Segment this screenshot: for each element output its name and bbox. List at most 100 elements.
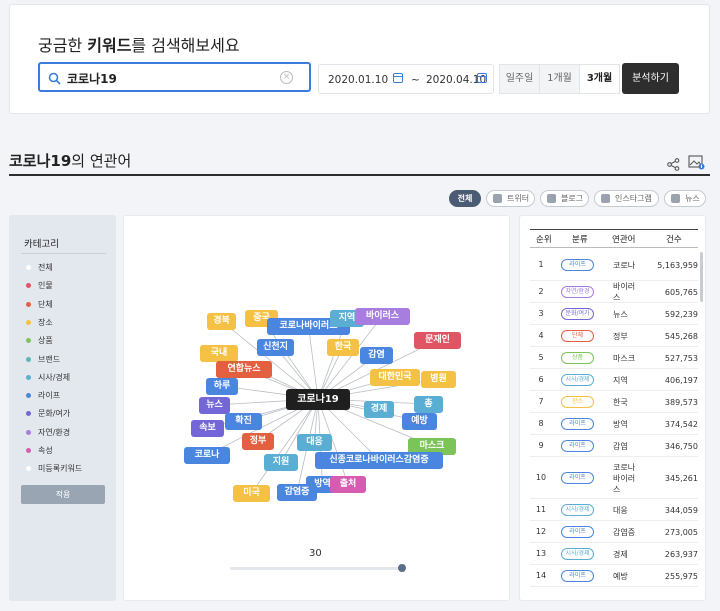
graph-node[interactable]: 병원 xyxy=(421,371,456,388)
category-badge: 문화/여가 xyxy=(561,308,594,320)
graph-node[interactable]: 신종코로나바이러스감염증 xyxy=(315,452,443,469)
rank-cell: 6 xyxy=(538,375,544,384)
share-icon[interactable] xyxy=(667,156,680,175)
word-cell: 코로나바이러스 xyxy=(613,462,636,494)
graph-node[interactable]: 한국 xyxy=(327,339,359,356)
table-row[interactable]: 10 라이프 코로나바이러스 345,261 xyxy=(530,457,698,499)
date-start[interactable]: 2020.01.10 xyxy=(328,74,388,86)
graph-node[interactable]: 경북 xyxy=(207,313,236,330)
graph-node[interactable]: 문재인 xyxy=(414,332,461,349)
table-row[interactable]: 13 시사/경제 경제 263,937 xyxy=(530,543,698,565)
rank-cell: 12 xyxy=(535,527,547,536)
category-color-dot xyxy=(26,411,31,417)
count-cell: 592,239 xyxy=(664,309,698,319)
filter-blog[interactable]: 블로그 xyxy=(540,190,589,207)
category-label: 자연/환경 xyxy=(38,427,71,437)
category-badge: 상품 xyxy=(561,352,594,364)
graph-node[interactable]: 지원 xyxy=(264,454,298,471)
table-header-rule xyxy=(530,247,698,248)
filter-all[interactable]: 전체 xyxy=(449,190,481,207)
column-header-rank: 순위 xyxy=(536,235,552,245)
graph-node[interactable]: 하루 xyxy=(206,378,238,395)
section-title: 코로나19의 연관어 xyxy=(9,152,132,170)
graph-node[interactable]: 신천지 xyxy=(257,339,294,356)
table-row[interactable]: 11 시사/경제 대응 344,059 xyxy=(530,499,698,521)
rank-cell: 7 xyxy=(538,397,544,406)
date-separator: ~ xyxy=(411,74,420,86)
analyze-button[interactable]: 분석하기 xyxy=(622,63,679,94)
table-row[interactable]: 8 라이프 방역 374,542 xyxy=(530,413,698,435)
calendar-icon[interactable] xyxy=(477,73,487,83)
count-cell: 255,975 xyxy=(664,571,698,581)
graph-node[interactable]: 대한민국 xyxy=(370,369,420,386)
period-month-button[interactable]: 1개월 xyxy=(539,64,580,94)
category-label: 미등록키워드 xyxy=(38,464,83,474)
news-icon xyxy=(671,194,680,203)
graph-node[interactable]: 국내 xyxy=(200,345,238,362)
category-badge: 시사/경제 xyxy=(561,548,594,560)
table-row[interactable]: 1 라이프 코로나 5,163,959 xyxy=(530,249,698,281)
graph-node[interactable]: 정부 xyxy=(242,433,274,450)
table-row[interactable]: 14 라이프 예방 255,975 xyxy=(530,565,698,587)
category-color-dot xyxy=(26,356,31,362)
count-cell: 545,268 xyxy=(664,331,698,341)
table-row[interactable]: 5 상품 마스크 527,753 xyxy=(530,347,698,369)
table-row[interactable]: 12 라이프 감염증 273,005 xyxy=(530,521,698,543)
graph-node[interactable]: 코로나 xyxy=(184,447,230,464)
filter-news[interactable]: 뉴스 xyxy=(664,190,706,207)
date-range-picker[interactable]: 2020.01.10 ~ 2020.04.10 xyxy=(318,64,494,94)
graph-center-node[interactable]: 코로나19 xyxy=(286,389,350,410)
search-card: 궁금한 키워드를 검색해보세요 코로나19 × 2020.01.10 ~ 202… xyxy=(9,4,710,114)
graph-node[interactable]: 미국 xyxy=(233,485,270,502)
search-query[interactable]: 코로나19 xyxy=(67,70,117,87)
filter-instagram[interactable]: 인스타그램 xyxy=(594,190,659,207)
table-row[interactable]: 2 자연/환경 바이러스 605,765 xyxy=(530,281,698,303)
count-cell: 374,542 xyxy=(664,419,698,429)
search-title: 궁금한 키워드를 검색해보세요 xyxy=(38,36,240,55)
category-badge: 자연/환경 xyxy=(561,286,594,298)
category-badge: 시사/경제 xyxy=(561,374,594,386)
clear-icon[interactable]: × xyxy=(280,71,293,84)
word-cell: 코로나 xyxy=(613,260,636,270)
graph-node[interactable]: 감염증 xyxy=(277,484,317,501)
table-row[interactable]: 7 장소 한국 389,573 xyxy=(530,391,698,413)
search-icon xyxy=(48,70,61,89)
graph-node[interactable]: 총 xyxy=(414,396,443,413)
graph-node[interactable]: 출처 xyxy=(330,476,366,493)
filter-twitter[interactable]: 트위터 xyxy=(486,190,535,207)
slider-handle[interactable] xyxy=(398,564,406,572)
graph-node[interactable]: 감염 xyxy=(360,347,393,364)
word-cell: 감염 xyxy=(613,441,628,451)
table-scrollbar[interactable] xyxy=(700,252,703,302)
category-label: 단체 xyxy=(38,299,53,309)
keyword-count-slider[interactable] xyxy=(230,567,402,570)
rank-cell: 5 xyxy=(538,353,544,362)
apply-button[interactable]: 적용 xyxy=(21,485,105,504)
ranking-table: 순위 분류 연관어 건수 1 라이프 코로나 5,163,959 2 자연/환경 바이러스 6… xyxy=(519,215,706,601)
count-cell: 263,937 xyxy=(664,549,698,559)
image-download-icon[interactable] xyxy=(688,155,705,174)
graph-node[interactable]: 확진 xyxy=(225,413,262,430)
category-color-dot xyxy=(26,393,31,399)
calendar-icon[interactable] xyxy=(393,73,403,83)
table-row[interactable]: 4 단체 정부 545,268 xyxy=(530,325,698,347)
graph-node[interactable]: 뉴스 xyxy=(199,397,230,414)
graph-node[interactable]: 경제 xyxy=(364,401,394,418)
count-cell: 273,005 xyxy=(664,527,698,537)
table-row[interactable]: 9 라이프 감염 346,750 xyxy=(530,435,698,457)
graph-node[interactable]: 연합뉴스 xyxy=(216,361,272,378)
period-3month-button[interactable]: 3개월 xyxy=(579,64,620,94)
rank-cell: 13 xyxy=(535,549,547,558)
rank-cell: 3 xyxy=(538,309,544,318)
search-input[interactable]: 코로나19 × xyxy=(38,62,311,92)
graph-node[interactable]: 속보 xyxy=(191,420,224,437)
table-row[interactable]: 6 시사/경제 지역 406,197 xyxy=(530,369,698,391)
graph-node[interactable]: 예방 xyxy=(402,413,437,430)
table-row[interactable]: 3 문화/여가 뉴스 592,239 xyxy=(530,303,698,325)
period-week-button[interactable]: 일주일 xyxy=(499,64,540,94)
graph-node[interactable]: 대응 xyxy=(297,434,332,451)
category-badge: 라이프 xyxy=(561,570,594,582)
category-badge: 라이프 xyxy=(561,472,594,484)
word-cell: 마스크 xyxy=(613,353,636,363)
graph-node[interactable]: 바이러스 xyxy=(355,308,410,325)
